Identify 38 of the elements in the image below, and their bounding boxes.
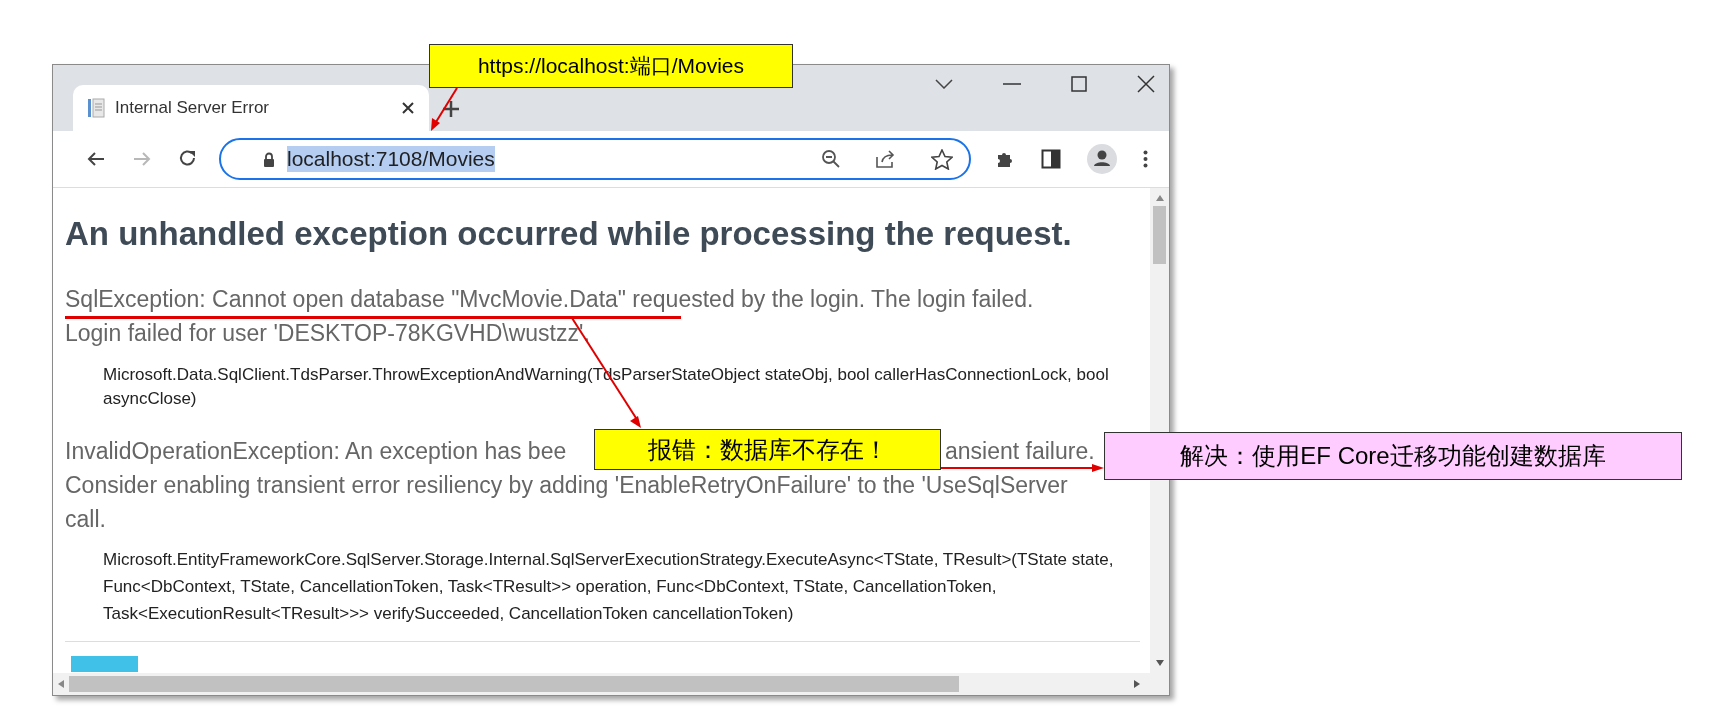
annotation-arrow — [431, 87, 458, 131]
callout-label: 解决：使用EF Core迁移功能创建数据库 — [1104, 432, 1682, 480]
zoom-out-icon[interactable] — [821, 149, 841, 169]
stack-trace-line: Microsoft.EntityFrameworkCore.SqlServer.Storage.Internal.SqlServerExecutionStrategy.ExecuteAsync<TState, TResult>(TState state, — [103, 549, 1115, 571]
vertical-scrollbar[interactable] — [1150, 188, 1169, 673]
callout-label: https://localhost:端口/Movies — [429, 44, 793, 88]
profile-icon[interactable] — [1087, 144, 1117, 174]
document-icon — [87, 98, 105, 118]
error-message: InvalidOperationException: An exception has bee — [65, 438, 567, 464]
scroll-thumb[interactable] — [1153, 206, 1166, 264]
close-icon[interactable] — [401, 101, 415, 115]
close-icon[interactable] — [1137, 75, 1155, 93]
error-heading: An unhandled exception occurred while processing the request. — [65, 214, 1073, 254]
browser-tab[interactable]: Internal Server Error — [73, 85, 429, 131]
side-panel-icon[interactable] — [1041, 149, 1061, 169]
tab-marker[interactable] — [71, 656, 138, 672]
arrow-down-icon[interactable] — [1154, 659, 1165, 667]
error-message: call. — [65, 506, 106, 532]
scroll-thumb[interactable] — [69, 676, 959, 692]
lock-icon — [263, 151, 275, 167]
address-field[interactable]: localhost:7108/Movies — [219, 138, 971, 180]
reload-icon[interactable] — [178, 149, 198, 169]
stack-trace-line: Task<ExecutionResult<TResult>>> verifySucceeded, CancellationToken cancellationToken) — [103, 603, 795, 625]
horizontal-scrollbar[interactable] — [53, 673, 1169, 695]
menu-icon[interactable] — [1143, 150, 1148, 168]
error-message: ansient failure. — [945, 438, 1095, 464]
maximize-icon[interactable] — [1071, 76, 1087, 92]
arrow-up-icon[interactable] — [1154, 194, 1165, 202]
share-icon[interactable] — [875, 149, 897, 169]
error-message: SqlException: Cannot open database "MvcMovie.Data" requested by the login. The login failed. — [65, 286, 1034, 312]
url-text: localhost:7108/Movies — [287, 146, 495, 172]
stack-trace-line: Func<DbContext, TState, CancellationToken, Task<TResult>> operation, Func<DbContext, TState, CancellationToken, — [103, 576, 998, 598]
chevron-icon[interactable] — [935, 79, 953, 89]
error-message: Consider enabling transient error resiliency by adding 'EnableRetryOnFailure' to the 'UseSqlServer — [65, 472, 1068, 498]
stack-trace-line: asyncClose) — [103, 388, 198, 410]
star-icon[interactable] — [931, 148, 953, 170]
callout-label: 报错：数据库不存在！ — [594, 429, 941, 470]
arrow-right-icon[interactable] — [1133, 679, 1141, 689]
